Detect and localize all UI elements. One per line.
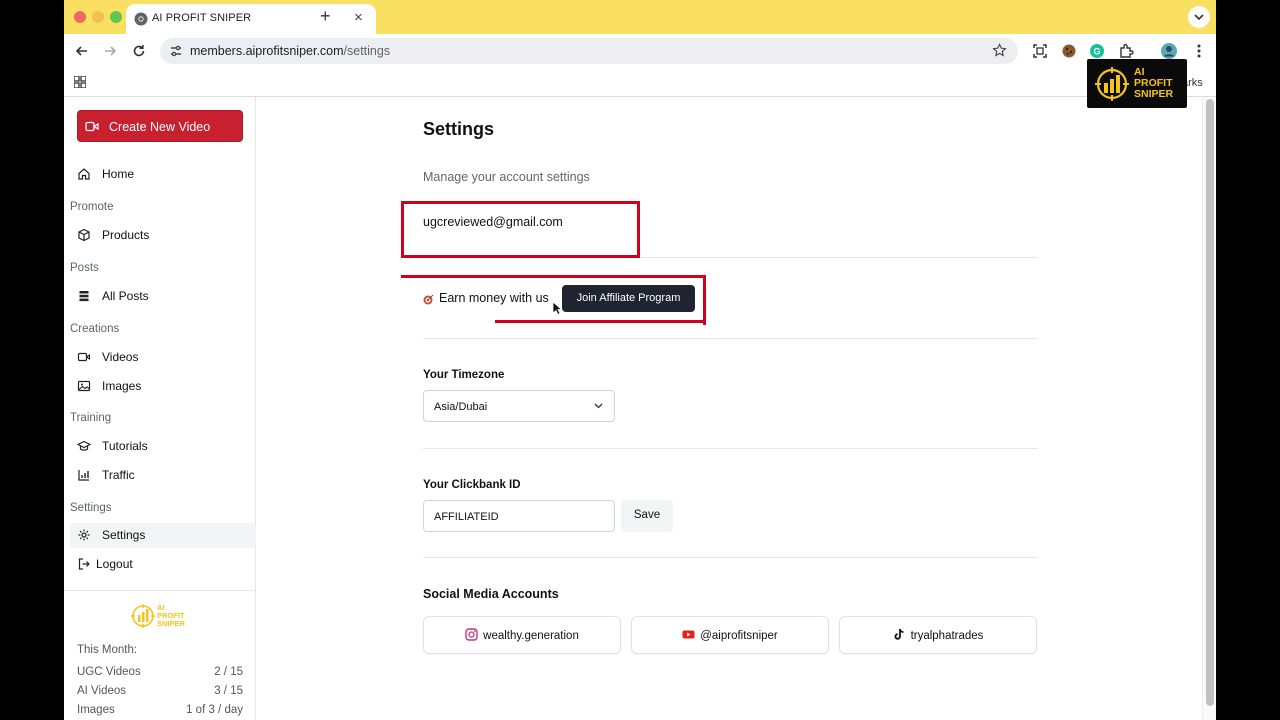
page-content: Create New Video Home Promote Products P… [64,97,1216,720]
video-camera-icon [85,121,99,132]
image-icon [77,380,91,392]
sidebar-item-videos[interactable]: Videos [70,345,256,370]
tab-strip: AI PROFIT SNIPER × + [64,0,1216,34]
apps-grid-icon[interactable] [74,76,86,88]
graduation-cap-icon [77,440,91,451]
save-button[interactable]: Save [621,500,673,532]
bookmarks-bar: arks [64,68,1216,97]
watermark-text: AI PROFIT SNIPER [1134,66,1174,100]
clickbank-id-input[interactable]: AFFILIATEID [423,500,615,532]
target-logo-icon [1095,67,1129,101]
browser-tab[interactable]: AI PROFIT SNIPER × [126,4,376,34]
annotation-box-email [401,201,640,258]
sidebar-item-traffic[interactable]: Traffic [70,463,256,488]
chart-icon [78,470,89,481]
section-label-settings: Settings [70,502,112,514]
sidebar: Create New Video Home Promote Products P… [64,97,256,720]
divider [423,448,1038,449]
ai-profit-sniper-logo: AI PROFIT SNIPER [131,603,186,628]
section-label-promote: Promote [70,201,114,213]
sidebar-item-all-posts[interactable]: All Posts [70,284,256,309]
cookie-extension-icon[interactable] [1060,42,1078,60]
stack-icon [79,291,89,302]
usage-row: AI Videos 3 / 15 [77,685,243,697]
tab-title: AI PROFIT SNIPER [152,12,252,24]
logout-icon [78,558,90,570]
divider [423,338,1038,339]
sidebar-item-home[interactable]: Home [70,162,256,187]
section-label-creations: Creations [70,323,120,335]
social-title: Social Media Accounts [423,587,559,601]
sidebar-item-tutorials[interactable]: Tutorials [70,434,256,459]
settings-main: Settings Manage your account settings ug… [423,97,1039,720]
maximize-window-button[interactable] [110,11,122,23]
create-new-video-button[interactable]: Create New Video [77,110,243,142]
reload-icon[interactable] [130,42,148,60]
chevron-down-icon [594,403,603,409]
timezone-select[interactable]: Asia/Dubai [423,390,615,422]
chevron-down-icon [1194,14,1204,20]
usage-title: This Month: [77,644,138,656]
social-card-youtube[interactable]: @aiprofitsniper [631,616,829,654]
page-subtitle: Manage your account settings [423,170,590,184]
scrollbar-thumb[interactable] [1206,99,1214,706]
usage-row: UGC Videos 2 / 15 [77,666,243,678]
annotation-box-affiliate [401,275,706,325]
minimize-window-button[interactable] [92,11,104,23]
usage-row: Images 1 of 3 / day [77,704,243,716]
bookmark-star-icon[interactable] [992,43,1007,58]
section-label-posts: Posts [70,262,99,274]
annotation-box-affiliate-underline [495,320,706,323]
svg-text:SNIPER: SNIPER [157,619,186,628]
site-settings-icon[interactable] [169,44,183,58]
sidebar-item-images[interactable]: Images [70,374,256,399]
timezone-label: Your Timezone [423,369,505,381]
page-scrollbar[interactable] [1202,97,1216,720]
social-card-tiktok[interactable]: tryalphatrades [839,616,1037,654]
extensions-puzzle-icon[interactable] [1118,42,1136,60]
mouse-cursor-icon [552,301,562,316]
profile-avatar-icon[interactable] [1160,42,1178,60]
section-label-training: Training [70,412,112,424]
social-card-instagram[interactable]: wealthy.generation [423,616,621,654]
home-icon [78,168,90,180]
box-icon [78,228,90,242]
new-tab-button[interactable]: + [320,5,331,27]
svg-text:G: G [1093,47,1100,57]
video-watermark-logo: AI PROFIT SNIPER [1087,59,1187,108]
sidebar-item-logout[interactable]: Logout [70,552,256,577]
screenshot-icon[interactable] [1031,42,1049,60]
tiktok-icon [894,628,904,640]
tab-search-button[interactable] [1188,6,1210,28]
sidebar-item-products[interactable]: Products [70,223,256,248]
sidebar-item-settings[interactable]: Settings [70,523,256,548]
browser-toolbar: members.aiprofitsniper.com/settings G [64,34,1216,68]
tab-close-icon[interactable]: × [354,10,363,26]
forward-arrow-icon[interactable] [101,42,119,60]
clickbank-label: Your Clickbank ID [423,479,521,491]
youtube-icon [682,630,695,639]
video-icon [77,352,91,362]
chrome-favicon-icon [134,12,148,26]
browser-window: AI PROFIT SNIPER × + members.aiprofitsni… [64,0,1216,720]
gear-icon [78,529,90,541]
close-window-button[interactable] [74,11,86,23]
sidebar-divider [64,590,255,591]
page-title: Settings [423,119,495,139]
address-bar[interactable]: members.aiprofitsniper.com/settings [160,38,1018,64]
instagram-icon [465,628,478,641]
kebab-menu-icon[interactable] [1190,42,1208,60]
grammarly-extension-icon[interactable]: G [1088,42,1106,60]
divider [423,557,1038,558]
url-text: members.aiprofitsniper.com/settings [190,44,391,58]
back-arrow-icon[interactable] [73,42,91,60]
